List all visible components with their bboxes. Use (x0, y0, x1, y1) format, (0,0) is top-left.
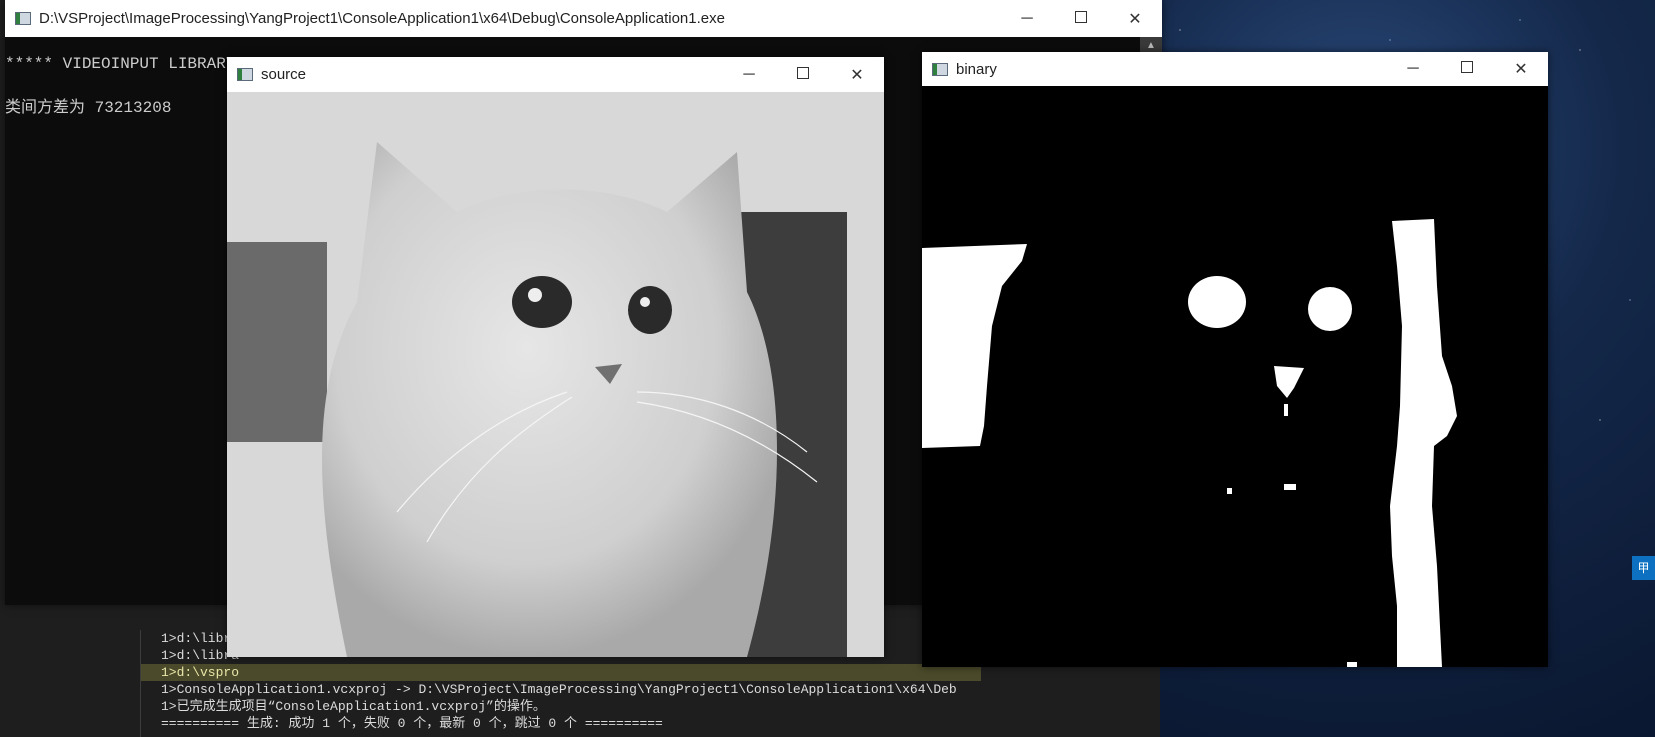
vs-side-badge[interactable]: 甲 (1632, 556, 1655, 580)
close-icon: ✕ (850, 66, 864, 84)
binary-threshold-image (922, 86, 1548, 667)
maximize-icon (1075, 10, 1087, 23)
vs-output-line: 1>d:\vspro (141, 664, 981, 681)
app-window-icon (932, 62, 948, 76)
maximize-icon (797, 66, 809, 79)
source-window[interactable]: source ─ ✕ (227, 57, 884, 657)
minimize-button[interactable]: ─ (722, 66, 776, 84)
minimize-button[interactable]: ─ (1000, 10, 1054, 28)
console-line: 类间方差为 73213208 (5, 99, 172, 117)
close-icon: ✕ (1514, 61, 1528, 78)
app-window-icon (15, 12, 31, 25)
source-titlebar[interactable]: source ─ ✕ (227, 57, 884, 93)
vs-output-line: 1>ConsoleApplication1.vcxproj -> D:\VSPr… (161, 682, 957, 697)
maximize-button[interactable] (1440, 60, 1494, 78)
console-titlebar[interactable]: D:\VSProject\ImageProcessing\YangProject… (5, 0, 1162, 37)
minimize-button[interactable]: ─ (1386, 60, 1440, 78)
close-button[interactable]: ✕ (830, 65, 884, 85)
close-button[interactable]: ✕ (1108, 9, 1162, 29)
cat-grayscale-image (227, 92, 884, 657)
binary-title: binary (956, 60, 997, 78)
console-line: ***** VIDEOINPUT LIBRARY (5, 55, 236, 73)
binary-titlebar[interactable]: binary ─ ✕ (922, 52, 1548, 86)
maximize-icon (1461, 61, 1473, 73)
minimize-icon: ─ (1021, 9, 1033, 27)
vs-output-line: 1>已完成生成项目“ConsoleApplication1.vcxproj”的操… (161, 699, 546, 714)
close-button[interactable]: ✕ (1494, 59, 1548, 79)
maximize-button[interactable] (1054, 10, 1108, 28)
app-window-icon (237, 68, 253, 81)
source-title: source (261, 66, 307, 83)
minimize-icon: ─ (1407, 60, 1419, 77)
maximize-button[interactable] (776, 66, 830, 84)
source-image (227, 92, 884, 657)
minimize-icon: ─ (743, 65, 755, 83)
binary-image (922, 86, 1548, 667)
vs-output-line: ========== 生成: 成功 1 个，失败 0 个，最新 0 个，跳过 0… (161, 716, 663, 731)
close-icon: ✕ (1128, 10, 1142, 28)
binary-window[interactable]: binary ─ ✕ (922, 52, 1548, 667)
console-title: D:\VSProject\ImageProcessing\YangProject… (39, 10, 725, 27)
